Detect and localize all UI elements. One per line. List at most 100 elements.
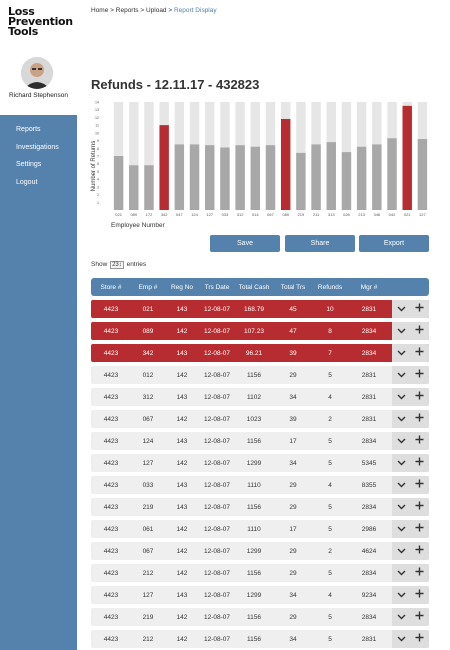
table-cell: 12-08-07 <box>203 305 231 313</box>
row-actions <box>392 366 429 384</box>
entries-select-value: 23 <box>112 262 119 268</box>
table-row[interactable]: 4423 021 143 12-08-07 168.79 45 10 2831 <box>91 300 429 318</box>
header-trs-date[interactable]: Trs Date <box>199 284 235 291</box>
bar <box>189 144 200 210</box>
avatar[interactable] <box>21 57 53 89</box>
table-cell: 143 <box>176 393 188 401</box>
y-tick-label: 2 <box>97 193 99 197</box>
table-row[interactable]: 4423 127 143 12-08-07 1299 34 4 9234 <box>91 586 429 604</box>
header-total-cash[interactable]: Total Cash <box>235 284 273 291</box>
chevron-down-icon[interactable] <box>393 501 409 513</box>
table-cell: 12-08-07 <box>203 349 231 357</box>
table-row[interactable]: 4423 067 142 12-08-07 1023 39 2 2831 <box>91 410 429 428</box>
x-tick-label: 127 <box>419 212 426 217</box>
x-tick-label: 089 <box>282 212 289 217</box>
table-row[interactable]: 4423 127 142 12-08-07 1299 34 5 5345 <box>91 454 429 472</box>
save-button[interactable]: Save <box>210 235 280 252</box>
table-row[interactable]: 4423 219 143 12-08-07 1156 29 5 2834 <box>91 498 429 516</box>
table-row[interactable]: 4423 212 142 12-08-07 1156 34 5 2831 <box>91 630 429 648</box>
header-mgr[interactable]: Mgr # <box>347 284 391 291</box>
chevron-down-icon[interactable] <box>393 457 409 469</box>
breadcrumb-reports[interactable]: Reports <box>116 7 139 14</box>
plus-icon[interactable] <box>412 501 428 513</box>
table-row[interactable]: 4423 067 142 12-08-07 1299 29 2 4624 <box>91 542 429 560</box>
entries-control: Show 23↕ entries <box>91 261 146 269</box>
table-cell: 2834 <box>361 327 377 335</box>
chevron-down-icon[interactable] <box>393 567 409 579</box>
sidebar-item-investigations[interactable]: Investigations <box>0 139 77 157</box>
plus-icon[interactable] <box>412 567 428 579</box>
table-cell: 2986 <box>361 525 377 533</box>
header-emp[interactable]: Emp # <box>131 284 165 291</box>
table-cell: 2831 <box>361 371 377 379</box>
plus-icon[interactable] <box>412 545 428 557</box>
plus-icon[interactable] <box>412 347 428 359</box>
breadcrumb-upload[interactable]: Upload <box>146 7 167 14</box>
table-cell: 10 <box>326 305 334 313</box>
refunds-chart: 1 2 3 4 5 6 7 8 9 10 11 12 13 14 021 089 172 342 047 124 127… <box>86 98 432 230</box>
table-row[interactable]: 4423 061 142 12-08-07 1110 17 5 2986 <box>91 520 429 538</box>
table-cell: 012 <box>142 371 154 379</box>
plus-icon[interactable] <box>412 523 428 535</box>
chevron-down-icon[interactable] <box>393 479 409 491</box>
table-cell: 29 <box>289 481 297 489</box>
header-store[interactable]: Store # <box>91 284 131 291</box>
breadcrumb-home[interactable]: Home <box>91 7 108 14</box>
table-row[interactable]: 4423 219 142 12-08-07 1156 29 5 2834 <box>91 608 429 626</box>
chevron-down-icon[interactable] <box>393 545 409 557</box>
table-row[interactable]: 4423 312 143 12-08-07 1102 34 4 2831 <box>91 388 429 406</box>
table-cell: 2834 <box>361 569 377 577</box>
page-title: Refunds - 12.11.17 - 432823 <box>91 77 260 92</box>
header-total-trs[interactable]: Total Trs <box>273 284 313 291</box>
export-button[interactable]: Export <box>359 235 429 252</box>
entries-select[interactable]: 23↕ <box>110 261 124 269</box>
table-row[interactable]: 4423 124 143 12-08-07 1156 17 5 2834 <box>91 432 429 450</box>
table-cell: 8355 <box>361 481 377 489</box>
chevron-down-icon[interactable] <box>393 369 409 381</box>
chevron-down-icon[interactable] <box>393 633 409 645</box>
plus-icon[interactable] <box>412 457 428 469</box>
row-actions <box>392 608 429 626</box>
sidebar-item-settings[interactable]: Settings <box>0 156 77 174</box>
plus-icon[interactable] <box>412 589 428 601</box>
sidebar-item-reports[interactable]: Reports <box>0 121 77 139</box>
table-cell: 4423 <box>103 503 119 511</box>
share-button[interactable]: Share <box>285 235 355 252</box>
chevron-down-icon[interactable] <box>393 303 409 315</box>
table-cell: 2834 <box>361 503 377 511</box>
plus-icon[interactable] <box>412 369 428 381</box>
plus-icon[interactable] <box>412 391 428 403</box>
table-cell: 4423 <box>103 635 119 643</box>
avatar-image <box>21 57 53 89</box>
table-row[interactable]: 4423 212 142 12-08-07 1156 29 5 2834 <box>91 564 429 582</box>
table-cell: 12-08-07 <box>203 327 231 335</box>
plus-icon[interactable] <box>412 479 428 491</box>
plus-icon[interactable] <box>412 413 428 425</box>
plus-icon[interactable] <box>412 303 428 315</box>
bar <box>174 144 185 210</box>
chevron-down-icon[interactable] <box>393 347 409 359</box>
table-row[interactable]: 4423 033 143 12-08-07 1110 29 4 8355 <box>91 476 429 494</box>
chevron-down-icon[interactable] <box>393 589 409 601</box>
table-row[interactable]: 4423 012 142 12-08-07 1156 29 5 2831 <box>91 366 429 384</box>
table-row[interactable]: 4423 342 143 12-08-07 96.21 39 7 2834 <box>91 344 429 362</box>
sidebar: Loss Prevention Tools Richard Stephenson… <box>0 0 77 650</box>
chevron-down-icon[interactable] <box>393 325 409 337</box>
plus-icon[interactable] <box>412 325 428 337</box>
header-reg[interactable]: Reg No <box>165 284 199 291</box>
header-refunds[interactable]: Refunds <box>313 284 347 291</box>
sidebar-item-logout[interactable]: Logout <box>0 174 77 192</box>
table-row[interactable]: 4423 089 142 12-08-07 107.23 47 8 2834 <box>91 322 429 340</box>
chevron-down-icon[interactable] <box>393 611 409 623</box>
chevron-down-icon[interactable] <box>393 413 409 425</box>
plus-icon[interactable] <box>412 611 428 623</box>
chevron-down-icon[interactable] <box>393 391 409 403</box>
logo[interactable]: Loss Prevention Tools <box>8 6 78 37</box>
plus-icon[interactable] <box>412 633 428 645</box>
y-tick-label: 12 <box>95 116 99 120</box>
chevron-down-icon[interactable] <box>393 435 409 447</box>
table-cell: 47 <box>289 327 297 335</box>
plus-icon[interactable] <box>412 435 428 447</box>
chevron-down-icon[interactable] <box>393 523 409 535</box>
table-cell: 4423 <box>103 547 119 555</box>
